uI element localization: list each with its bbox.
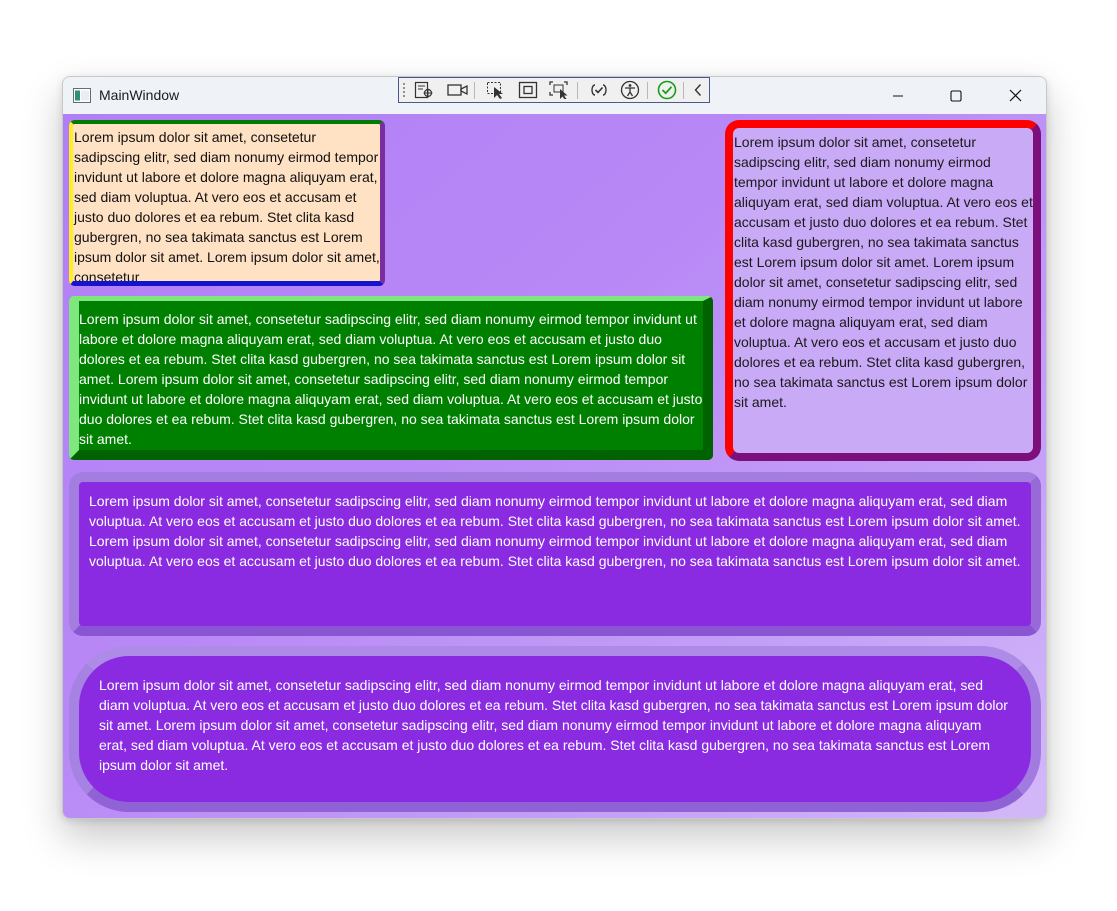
accessibility-icon[interactable] [619,80,641,100]
main-window: MainWindow Lorem ipsum dolor sit amet, c… [62,76,1047,819]
lorem-box-3: Lorem ipsum dolor sit amet, consetetur s… [725,120,1041,461]
record-icon[interactable] [447,80,469,100]
select-element-icon[interactable] [485,80,507,100]
close-button[interactable] [986,77,1044,114]
app-icon [73,88,91,103]
minimize-button[interactable] [869,77,927,114]
collapse-icon[interactable] [687,80,709,100]
lorem-box-1: Lorem ipsum dolor sit amet, consetetur s… [69,120,385,286]
maximize-icon [950,89,962,102]
lorem-text-3: Lorem ipsum dolor sit amet, consetetur s… [734,134,1033,410]
maximize-button[interactable] [927,77,985,114]
toolbar-separator [647,82,648,99]
lorem-box-2: Lorem ipsum dolor sit amet, consetetur s… [69,296,713,460]
window-client-area: Lorem ipsum dolor sit amet, consetetur s… [63,114,1046,818]
binding-failures-icon[interactable] [588,80,610,100]
lorem-text-4: Lorem ipsum dolor sit amet, consetetur s… [89,493,1021,569]
lorem-text-1: Lorem ipsum dolor sit amet, consetetur s… [74,129,380,285]
close-icon [1009,89,1021,102]
minimize-icon [893,95,903,96]
wpf-debug-toolbar [398,77,710,103]
lorem-text-2: Lorem ipsum dolor sit amet, consetetur s… [79,311,703,447]
display-layout-adorners-icon[interactable] [517,80,539,100]
window-title: MainWindow [99,87,180,103]
toolbar-separator [474,82,475,99]
live-visual-tree-icon[interactable] [413,80,435,100]
track-focus-icon[interactable] [549,80,571,100]
checkmark-icon[interactable] [656,80,678,100]
toolbar-separator [683,82,684,99]
lorem-box-5: Lorem ipsum dolor sit amet, consetetur s… [69,646,1041,812]
toolbar-separator [577,82,578,99]
lorem-text-5: Lorem ipsum dolor sit amet, consetetur s… [99,677,1008,773]
toolbar-grip[interactable] [402,82,406,99]
title-bar[interactable]: MainWindow [63,77,1046,114]
lorem-box-4: Lorem ipsum dolor sit amet, consetetur s… [69,472,1041,636]
